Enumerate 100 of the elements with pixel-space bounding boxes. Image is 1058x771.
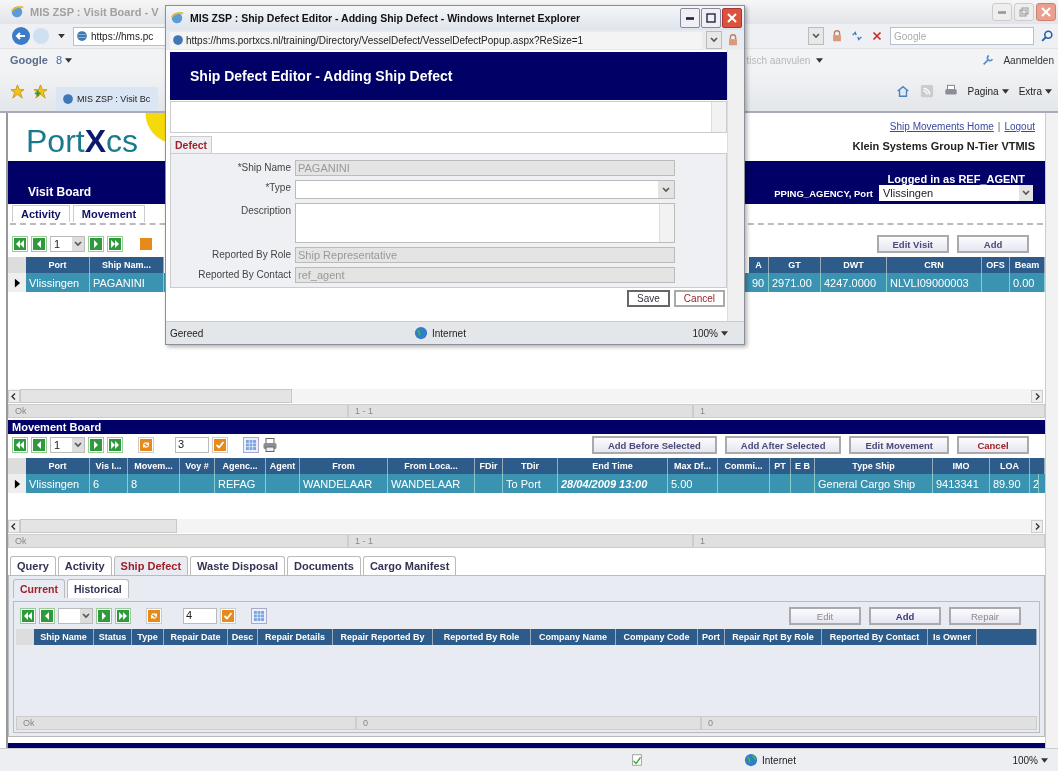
logout-link[interactable]: Logout (1004, 121, 1035, 132)
checkmark-icon[interactable] (220, 608, 236, 624)
tab[interactable]: Activity (12, 205, 70, 222)
cancel-button[interactable]: Cancel (673, 290, 725, 307)
action-button[interactable]: Add (957, 235, 1029, 253)
favorites-star-icon[interactable] (10, 83, 25, 99)
page-size-field[interactable]: 4 (183, 608, 217, 624)
column-header[interactable]: Type (132, 629, 164, 645)
address-dropdown-button[interactable] (808, 27, 824, 45)
column-header[interactable]: Max Df... (668, 458, 718, 474)
column-header[interactable]: GT (769, 257, 821, 273)
tab[interactable]: Waste Disposal (190, 556, 285, 575)
stop-icon[interactable] (870, 29, 884, 43)
column-header[interactable]: Ship Nam... (90, 257, 164, 273)
column-header[interactable]: LOA (990, 458, 1030, 474)
column-header[interactable]: Port (26, 257, 90, 273)
previous-page-icon[interactable] (39, 608, 55, 624)
previous-page-icon[interactable] (31, 236, 47, 252)
page-select[interactable]: 1 (50, 437, 85, 453)
column-header[interactable]: TDir (503, 458, 558, 474)
column-header[interactable]: Reported By Contact (822, 629, 928, 645)
browser-tab[interactable]: MIS ZSP : Visit Bc (56, 87, 159, 111)
column-header[interactable]: Status (94, 629, 132, 645)
column-header[interactable]: Desc (228, 629, 258, 645)
scroll-left-icon[interactable] (8, 389, 20, 403)
close-button[interactable] (1036, 3, 1056, 21)
column-header[interactable]: Vis I... (90, 458, 128, 474)
page-select[interactable] (58, 608, 93, 624)
printer-icon[interactable] (943, 84, 958, 98)
column-header[interactable]: E B (791, 458, 815, 474)
column-header[interactable]: Agent (266, 458, 300, 474)
column-header[interactable]: DWT (821, 257, 887, 273)
search-field[interactable]: Google (890, 27, 1034, 45)
address-dropdown-button[interactable] (706, 31, 722, 49)
grid-icon[interactable] (251, 608, 267, 624)
zoom-level[interactable]: 100% (1012, 754, 1048, 766)
column-header[interactable]: PT (770, 458, 791, 474)
caret-icon[interactable] (1001, 88, 1009, 94)
action-button[interactable]: Edit Visit (876, 235, 949, 253)
maximize-button[interactable] (701, 8, 721, 28)
action-button[interactable]: Add After Selected (724, 436, 842, 454)
minimize-button[interactable] (680, 8, 700, 28)
column-header[interactable]: Port (26, 458, 90, 474)
action-button[interactable]: Add (869, 607, 941, 625)
save-button[interactable]: Save (627, 290, 670, 307)
column-header[interactable]: Port (698, 629, 725, 645)
column-header[interactable]: Company Name (531, 629, 616, 645)
tab[interactable]: Historical (66, 579, 129, 598)
tab[interactable]: Ship Defect (113, 556, 189, 575)
port-select[interactable]: Vlissingen (879, 185, 1033, 201)
tools-menu[interactable]: Extra (1018, 85, 1052, 97)
last-page-icon[interactable] (115, 608, 131, 624)
page-size-field[interactable]: 3 (175, 437, 209, 453)
checkmark-icon[interactable] (212, 437, 228, 453)
table-row[interactable]: Vlissingen 6 8 REFAG WANDELAAR WANDELAAR To Port 28/04/2009 13:00 5.00 General Cargo Ship 9413341 89.90 2 (8, 474, 1045, 493)
toolbar-menu[interactable]: 8 (55, 54, 72, 66)
column-header[interactable]: CRN (887, 257, 982, 273)
column-header[interactable]: Repair Date (164, 629, 228, 645)
tab[interactable]: Query (10, 556, 56, 575)
column-header[interactable]: Repair Details (258, 629, 333, 645)
caret-icon[interactable] (65, 57, 72, 63)
horizontal-scrollbar[interactable] (8, 389, 1043, 403)
first-page-icon[interactable] (20, 608, 36, 624)
first-page-icon[interactable] (12, 236, 28, 252)
caret-icon[interactable] (721, 330, 728, 336)
scroll-left-icon[interactable] (8, 519, 20, 533)
column-header[interactable]: IMO (933, 458, 990, 474)
tab[interactable]: Documents (286, 556, 361, 575)
last-page-icon[interactable] (107, 437, 123, 453)
printer-icon[interactable] (262, 437, 278, 453)
column-header[interactable]: Reported By Role (433, 629, 531, 645)
column-header[interactable]: Repair Reported By (333, 629, 433, 645)
close-button[interactable] (722, 8, 742, 28)
tab[interactable]: Activity (57, 556, 112, 575)
action-button[interactable]: Edit Movement (849, 436, 949, 454)
previous-page-icon[interactable] (31, 437, 47, 453)
first-page-icon[interactable] (12, 437, 28, 453)
column-header[interactable]: FDir (475, 458, 503, 474)
last-page-icon[interactable] (107, 236, 123, 252)
next-page-icon[interactable] (88, 236, 104, 252)
add-favorite-icon[interactable] (33, 83, 48, 99)
column-header[interactable]: From (300, 458, 388, 474)
page-menu[interactable]: Pagina (967, 85, 1009, 97)
column-header[interactable]: Type Ship (815, 458, 933, 474)
column-header[interactable]: From Loca... (388, 458, 475, 474)
vertical-scrollbar[interactable] (727, 50, 744, 321)
row-selector[interactable] (8, 273, 26, 292)
column-header[interactable]: Commi... (718, 458, 770, 474)
column-header[interactable]: OFS (982, 257, 1010, 273)
column-header[interactable]: Movem... (128, 458, 180, 474)
column-header[interactable]: Company Code (616, 629, 698, 645)
dropdown-arrow-icon[interactable] (58, 33, 65, 39)
column-header[interactable]: Beam (1010, 257, 1045, 273)
zoom-level[interactable]: 100% (692, 327, 728, 339)
tab[interactable]: Cargo Manifest (362, 556, 457, 575)
address-field[interactable]: https://hms.portxcs.nl/training/Directory/VesselDefect/VesselDefectPopup.aspx?ReSize=1 (170, 31, 702, 49)
caret-icon[interactable] (1041, 757, 1048, 763)
column-header[interactable]: Voy # (180, 458, 215, 474)
description-field[interactable] (295, 203, 675, 243)
page-select[interactable]: 1 (50, 236, 85, 252)
